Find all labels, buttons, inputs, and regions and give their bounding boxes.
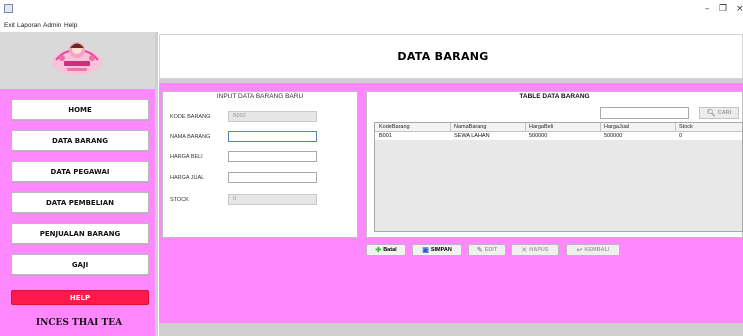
sidebar-item-penjualan-barang[interactable]: PENJUALAN BARANG: [11, 223, 149, 244]
sidebar: HOME DATA BARANG DATA PEGAWAI DATA PEMBE…: [0, 32, 158, 336]
hapus-button[interactable]: ✕ HAPUS: [511, 244, 559, 256]
kode-barang-field[interactable]: B002: [228, 111, 317, 122]
sidebar-item-data-barang[interactable]: DATA BARANG: [11, 130, 149, 151]
column-header[interactable]: KodeBarang: [379, 124, 410, 130]
menu-exit[interactable]: Exit: [4, 22, 15, 29]
add-icon: ✚: [375, 246, 382, 254]
cari-button-label: CARI: [717, 110, 732, 116]
nama-barang-field[interactable]: [228, 131, 317, 142]
menu-bar: Exit Laporan Admin Help: [0, 18, 743, 32]
sidebar-item-data-pembelian[interactable]: DATA PEMBELIAN: [11, 192, 149, 213]
cari-button[interactable]: 🔍︎ CARI: [699, 107, 739, 119]
help-button[interactable]: HELP: [11, 290, 149, 305]
app-icon: [4, 4, 13, 13]
kembali-button-label: KEMBALI: [584, 247, 610, 253]
column-header[interactable]: NamaBarang: [454, 124, 486, 130]
edit-button[interactable]: ✎ EDIT: [468, 244, 506, 256]
page-title: DATA BARANG: [397, 50, 489, 63]
status-strip: [159, 323, 743, 336]
kembali-button[interactable]: ↩ KEMBALI: [566, 244, 620, 256]
menu-laporan[interactable]: Laporan: [17, 22, 41, 29]
brand-name: INCES THAI TEA: [35, 318, 123, 328]
menu-help[interactable]: Help: [64, 22, 77, 29]
table-row[interactable]: B001 SEWA LAHAN 500000 500000 0: [375, 132, 742, 140]
close-button[interactable]: ×: [736, 4, 743, 14]
table-cell: 500000: [604, 133, 623, 139]
maximize-button[interactable]: ❐: [719, 4, 727, 14]
batal-button[interactable]: ✚ Batal: [366, 244, 406, 256]
kode-barang-label: KODE BARANG: [170, 114, 211, 120]
table-cell: 500000: [529, 133, 548, 139]
nama-barang-label: NAMA BARANG: [170, 134, 211, 140]
header: DATA BARANG: [159, 34, 743, 79]
title-bar: – ❐ ×: [0, 0, 743, 18]
simpan-button[interactable]: ▣ SIMPAN: [412, 244, 462, 256]
edit-icon: ✎: [476, 246, 483, 254]
column-header[interactable]: HargaJual: [604, 124, 629, 130]
table-cell: 0: [679, 133, 683, 139]
menu-admin[interactable]: Admin: [43, 22, 61, 29]
stock-field[interactable]: 0: [228, 194, 317, 205]
table-cell: B001: [379, 133, 392, 139]
data-table[interactable]: KodeBarang NamaBarang HargaBeli HargaJua…: [374, 122, 743, 232]
sidebar-divider: [155, 32, 158, 336]
harga-jual-label: HARGA JUAL: [170, 175, 205, 181]
harga-beli-field[interactable]: [228, 151, 317, 162]
logo: [52, 42, 102, 75]
minimize-button[interactable]: –: [705, 4, 710, 14]
input-panel-title: INPUT DATA BARANG BARU: [216, 93, 304, 100]
delete-icon: ✕: [521, 246, 528, 254]
hapus-button-label: HAPUS: [529, 247, 549, 253]
save-icon: ▣: [422, 246, 429, 254]
stock-label: STOCK: [170, 197, 189, 203]
logo-area: [0, 32, 158, 89]
sidebar-item-gaji[interactable]: GAJI: [11, 254, 149, 275]
column-header[interactable]: Stock: [679, 124, 693, 130]
column-header[interactable]: HargaBeli: [529, 124, 553, 130]
table-panel-title: TABLE DATA BARANG: [519, 93, 590, 100]
harga-beli-label: HARGA BELI: [170, 154, 203, 160]
batal-button-label: Batal: [383, 247, 397, 253]
sidebar-item-data-pegawai[interactable]: DATA PEGAWAI: [11, 161, 149, 182]
table-cell: SEWA LAHAN: [454, 133, 490, 139]
harga-jual-field[interactable]: [228, 172, 317, 183]
sidebar-item-home[interactable]: HOME: [11, 99, 149, 120]
table-header: KodeBarang NamaBarang HargaBeli HargaJua…: [375, 123, 742, 132]
search-icon: 🔍︎: [706, 109, 716, 117]
search-input[interactable]: [600, 107, 689, 119]
simpan-button-label: SIMPAN: [430, 247, 452, 253]
back-icon: ↩: [576, 246, 583, 254]
edit-button-label: EDIT: [484, 247, 498, 253]
